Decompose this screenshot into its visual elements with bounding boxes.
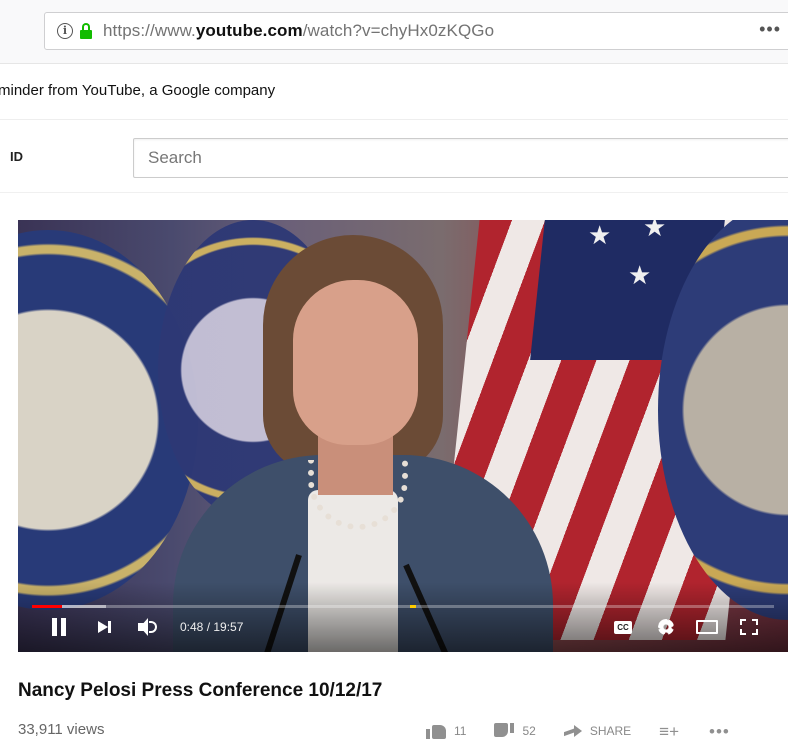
url-path: /watch?v=chyHx0zKQGo <box>302 21 495 40</box>
thumbs-down-icon <box>494 723 515 739</box>
like-count: 11 <box>454 724 467 738</box>
progress-bar[interactable] <box>32 605 774 608</box>
time-display: 0:48 / 19:57 <box>180 620 244 634</box>
url-prefix: https://www. <box>103 21 196 40</box>
masthead: ID <box>0 121 788 193</box>
url-domain: youtube.com <box>195 21 303 40</box>
volume-icon[interactable] <box>138 618 160 636</box>
fullscreen-icon[interactable] <box>740 619 758 635</box>
dislike-button[interactable]: 52 <box>494 723 536 739</box>
star-icon: ★ <box>643 220 667 242</box>
add-to-playlist-icon[interactable]: ≡+ <box>659 723 679 740</box>
url-text[interactable]: https://www.youtube.com/watch?v=chyHx0zK… <box>103 21 494 41</box>
more-actions-icon[interactable]: ••• <box>709 723 730 740</box>
view-count: 33,911 views <box>18 721 105 738</box>
ad-marker <box>410 605 416 608</box>
dislike-count: 52 <box>522 724 536 738</box>
speaker-face <box>293 280 418 445</box>
search-input[interactable] <box>134 139 788 177</box>
share-button[interactable]: SHARE <box>564 724 631 738</box>
gear-icon[interactable] <box>658 619 674 635</box>
share-label: SHARE <box>589 724 632 738</box>
reminder-text: minder from YouTube, a Google company <box>0 82 276 99</box>
video-actions: 11 52 SHARE ≡+ ••• <box>426 719 730 743</box>
theater-mode-icon[interactable] <box>696 620 718 634</box>
lock-icon[interactable] <box>79 23 93 39</box>
progress-played <box>32 605 62 608</box>
search-box[interactable] <box>133 138 788 178</box>
captions-icon[interactable]: CC <box>614 621 632 634</box>
next-icon[interactable] <box>98 621 111 633</box>
video-title: Nancy Pelosi Press Conference 10/12/17 <box>18 680 383 701</box>
info-icon[interactable]: i <box>57 23 73 39</box>
reminder-banner: minder from YouTube, a Google company <box>0 64 788 120</box>
like-button[interactable]: 11 <box>426 723 466 739</box>
address-bar[interactable]: i https://www.youtube.com/watch?v=chyHx0… <box>44 12 788 50</box>
video-player[interactable]: ★ ★ ★ 0:48 / 19:57 CC <box>18 220 788 652</box>
player-controls: 0:48 / 19:57 CC <box>18 612 788 652</box>
pause-icon[interactable] <box>52 618 66 636</box>
logo-fragment[interactable]: ID <box>10 149 23 164</box>
page-actions-icon[interactable]: ••• <box>759 19 781 40</box>
thumbs-up-icon <box>426 723 446 739</box>
star-icon: ★ <box>628 260 652 290</box>
star-icon: ★ <box>588 220 612 250</box>
browser-toolbar: i https://www.youtube.com/watch?v=chyHx0… <box>0 0 788 64</box>
share-icon <box>564 724 582 738</box>
